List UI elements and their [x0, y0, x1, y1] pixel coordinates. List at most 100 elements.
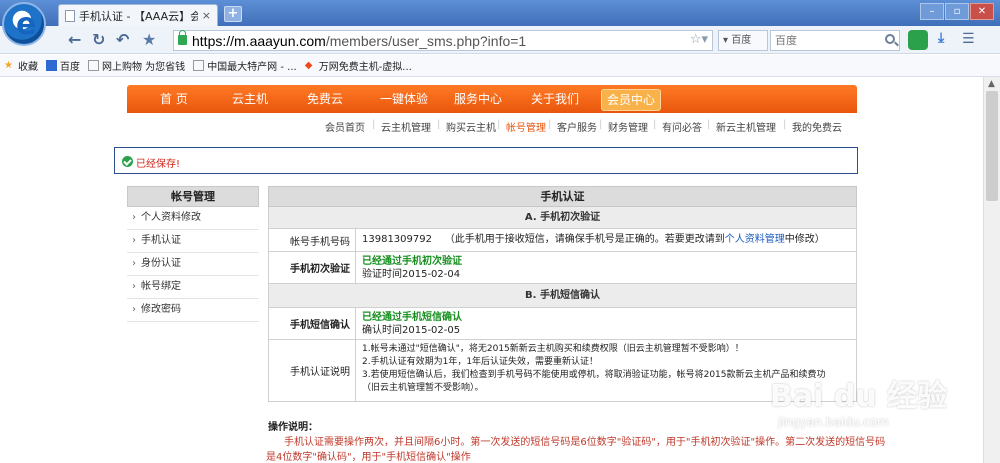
close-window-button[interactable]: ✕: [970, 3, 994, 20]
favorites-bar: ★ 收藏 百度 网上购物 为您省钱 中国最大特产网 - ... ◆ 万网免费主机-虚…: [0, 55, 1000, 77]
nav-trial[interactable]: 一键体验: [380, 85, 428, 113]
ops-line-1: 手机认证需要操作两次，并且间隔6小时。第一次发送的短信号码是6位数字"验证码"，…: [284, 437, 886, 448]
close-tab-icon[interactable]: ×: [202, 9, 211, 22]
favorite-item[interactable]: ◆ 万网免费主机-虚拟...: [305, 58, 412, 73]
subnav-faq[interactable]: 有问必答: [662, 119, 702, 134]
back-icon[interactable]: ←: [68, 31, 81, 49]
phone-number-row: 帐号手机号码 13981309792 （此手机用于接收短信，请确保手机号是正确的…: [268, 229, 857, 252]
notice-text: 已经保存!: [136, 159, 181, 170]
subnav-member-home[interactable]: 会员首页: [325, 119, 365, 134]
nav-home[interactable]: 首 页: [160, 85, 188, 113]
phone-note-pre: （此手机用于接收短信，请确保手机号是正确的。若要更改请到: [444, 234, 725, 245]
scroll-up-icon[interactable]: ▲: [988, 79, 995, 89]
phone-verify-panel: 手机认证 A. 手机初次验证 帐号手机号码 13981309792 （此手机用于…: [268, 186, 857, 402]
bookmark-star-icon[interactable]: ★: [142, 31, 156, 49]
undo-icon[interactable]: ↶: [116, 31, 129, 49]
tab-title: 手机认证 - 【AAA云】会员: [79, 9, 198, 23]
url-text: https://m.aaayun.com/members/user_sms.ph…: [192, 33, 527, 49]
phone-icon[interactable]: [908, 30, 928, 50]
section-a-title: A. 手机初次验证: [268, 207, 857, 229]
first-verify-value: 已经通过手机初次验证 验证时间2015-02-04: [356, 252, 856, 283]
favorite-item[interactable]: 百度: [46, 58, 80, 73]
main-nav: 首 页 云主机 免费云 一键体验 服务中心 关于我们 会员中心: [127, 85, 857, 113]
browser-logo-icon[interactable]: [2, 2, 46, 46]
save-notice: 已经保存!: [114, 147, 858, 174]
subnav-customer-service[interactable]: 客户服务: [557, 119, 597, 134]
lock-icon: [178, 30, 187, 45]
section-b-title: B. 手机短信确认: [268, 284, 857, 308]
profile-manage-link[interactable]: 个人资料管理: [725, 234, 785, 245]
sidebar: 帐号管理 个人资料修改 手机认证 身份认证 帐号绑定 修改密码: [127, 186, 259, 322]
subnav-my-free-cloud[interactable]: 我的免费云: [792, 119, 842, 134]
sidebar-item-account-bind[interactable]: 帐号绑定: [127, 276, 259, 299]
watermark-brand: Bai du 经验: [770, 379, 948, 414]
search-engine-select[interactable]: ▾ 百度: [718, 30, 768, 51]
address-bar[interactable]: https://m.aaayun.com/members/user_sms.ph…: [173, 30, 713, 51]
first-verify-row: 手机初次验证 已经通过手机初次验证 验证时间2015-02-04: [268, 252, 857, 284]
sms-confirm-value: 已经通过手机短信确认 确认时间2015-02-05: [356, 308, 856, 339]
menu-icon[interactable]: ☰: [962, 31, 975, 47]
notes-label: 手机认证说明: [269, 340, 356, 401]
sms-confirm-label: 手机短信确认: [269, 308, 356, 339]
subnav-finance[interactable]: 财务管理: [608, 119, 648, 134]
first-verify-time: 验证时间2015-02-04: [362, 269, 461, 280]
sms-confirm-status: 已经通过手机短信确认: [362, 312, 462, 323]
nav-about[interactable]: 关于我们: [531, 85, 579, 113]
refresh-icon[interactable]: ↻: [92, 31, 105, 49]
sidebar-item-change-password[interactable]: 修改密码: [127, 299, 259, 322]
search-input[interactable]: [771, 31, 899, 50]
sidebar-item-phone-verify[interactable]: 手机认证: [127, 230, 259, 253]
search-input-box[interactable]: [770, 30, 900, 51]
minimize-button[interactable]: –: [920, 3, 944, 20]
note-item: 1.帐号未通过"短信确认"，将无2015新新云主机购买和续费权限（旧云主机管理暂…: [362, 344, 744, 354]
sidebar-item-profile[interactable]: 个人资料修改: [127, 207, 259, 230]
first-verify-status: 已经通过手机初次验证: [362, 256, 462, 267]
panel-title: 手机认证: [268, 186, 857, 207]
scroll-thumb[interactable]: [986, 91, 998, 201]
page-icon: [65, 9, 75, 22]
ops-title: 操作说明：: [268, 422, 318, 433]
sidebar-item-id-verify[interactable]: 身份认证: [127, 253, 259, 276]
operation-notes: 操作说明： 手机认证需要操作两次，并且间隔6小时。第一次发送的短信号码是6位数字…: [266, 420, 886, 463]
note-item: 2.手机认证有效期为1年，1年后认证失效，需要重新认证！: [362, 357, 599, 367]
favorite-item[interactable]: 中国最大特产网 - ...: [193, 58, 297, 73]
browser-toolbar: ← ↻ ↶ ★ https://m.aaayun.com/members/use…: [0, 26, 1000, 54]
baidu-icon: [46, 60, 57, 71]
subnav-account-manage[interactable]: 帐号管理: [506, 119, 546, 134]
page-icon: [88, 60, 99, 71]
sms-confirm-time: 确认时间2015-02-05: [362, 325, 461, 336]
ops-line-2: 是4位数字"确认码"，用于"手机短信确认"操作: [266, 452, 471, 463]
page-icon: [193, 60, 205, 71]
new-tab-button[interactable]: +: [224, 6, 242, 22]
download-icon[interactable]: ⤓: [938, 30, 944, 46]
sidebar-title: 帐号管理: [127, 186, 259, 207]
nav-cloud-host[interactable]: 云主机: [232, 85, 268, 113]
sms-confirm-row: 手机短信确认 已经通过手机短信确认 确认时间2015-02-05: [268, 308, 857, 340]
phone-note-post: 中修改）: [784, 234, 825, 245]
star-icon: ★: [4, 60, 13, 71]
browser-tab[interactable]: 手机认证 - 【AAA云】会员 ×: [58, 4, 218, 26]
favorite-star-icon[interactable]: ☆▾: [690, 32, 708, 47]
watermark-url: jingyan.baidu.com: [778, 415, 889, 429]
sub-nav: 会员首页 | 云主机管理 | 购买云主机 | 帐号管理 | 客户服务 | 财务管…: [325, 119, 842, 134]
subnav-new-cloud-manage[interactable]: 新云主机管理: [716, 119, 776, 134]
phone-value: 13981309792 （此手机用于接收短信，请确保手机号是正确的。若要更改请到…: [356, 229, 856, 251]
nav-service-center[interactable]: 服务中心: [454, 85, 502, 113]
notes-row: 手机认证说明 1.帐号未通过"短信确认"，将无2015新新云主机购买和续费权限（…: [268, 340, 857, 402]
diamond-icon: ◆: [304, 60, 313, 71]
baidu-watermark: Bai du 经验 jingyan.baidu.com: [770, 380, 970, 440]
window-controls: – ▫ ✕: [920, 3, 994, 20]
favorite-item[interactable]: 网上购物 为您省钱: [88, 58, 185, 73]
maximize-button[interactable]: ▫: [945, 3, 969, 20]
favorite-item[interactable]: ★ 收藏: [4, 58, 38, 73]
subnav-buy-cloud[interactable]: 购买云主机: [446, 119, 496, 134]
phone-label: 帐号手机号码: [269, 229, 356, 251]
phone-number: 13981309792: [362, 234, 432, 245]
check-icon: [122, 156, 133, 167]
scrollbar[interactable]: ▲: [983, 77, 1000, 463]
first-verify-label: 手机初次验证: [269, 252, 356, 283]
search-icon[interactable]: [885, 34, 895, 44]
nav-member-center[interactable]: 会员中心: [601, 89, 662, 111]
nav-free-cloud[interactable]: 免费云: [307, 85, 343, 113]
subnav-cloud-manage[interactable]: 云主机管理: [381, 119, 431, 134]
